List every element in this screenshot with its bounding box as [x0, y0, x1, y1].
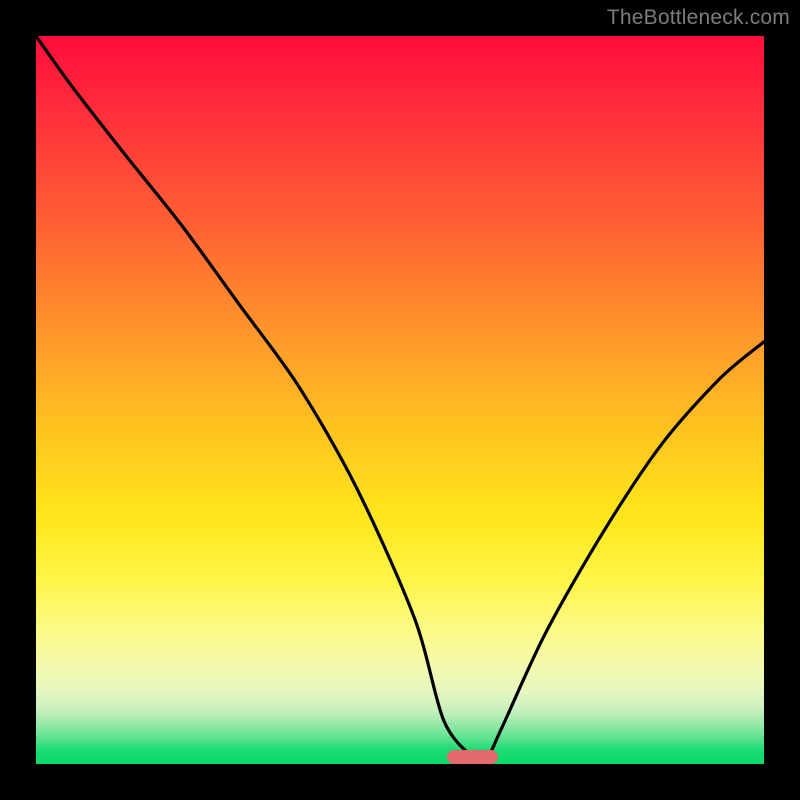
- bottleneck-curve: [36, 36, 764, 764]
- watermark-text: TheBottleneck.com: [607, 6, 790, 30]
- chart-frame: TheBottleneck.com: [0, 0, 800, 800]
- optimal-point-marker: [447, 750, 498, 764]
- plot-area: [36, 36, 764, 764]
